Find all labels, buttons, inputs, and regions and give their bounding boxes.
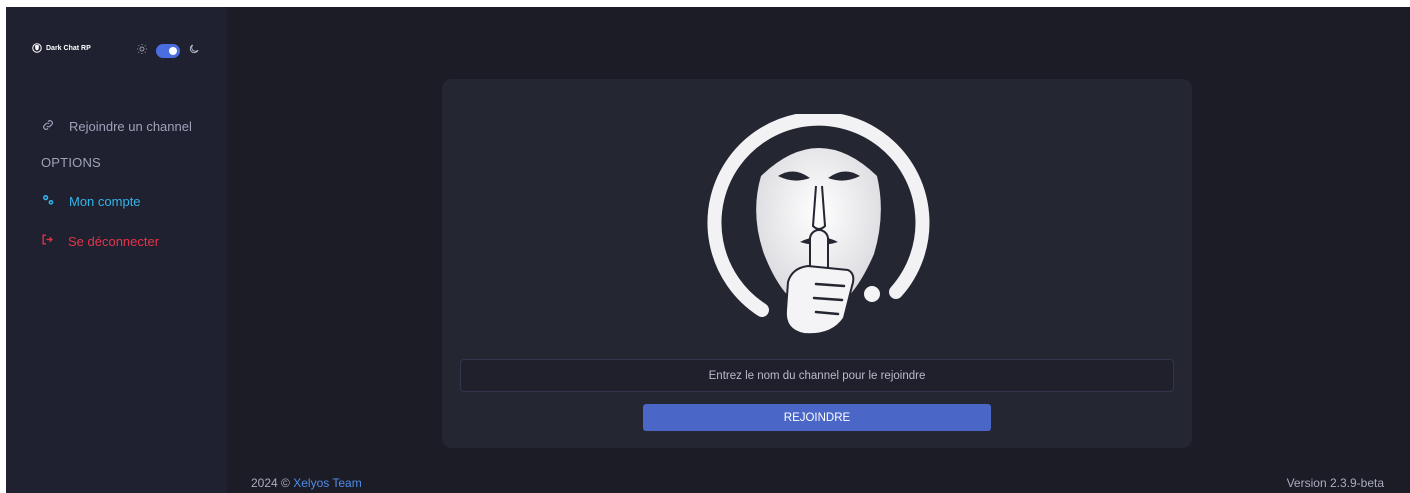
sidebar-item-join-channel[interactable]: Rejoindre un channel — [41, 118, 192, 135]
copyright-prefix: 2024 © — [251, 476, 294, 490]
link-icon — [41, 118, 55, 135]
sidebar-item-account[interactable]: Mon compte — [41, 193, 141, 210]
brand[interactable]: Dark Chat RP — [32, 43, 91, 53]
join-button[interactable]: REJOINDRE — [643, 404, 991, 431]
hush-mask-icon — [704, 111, 934, 349]
options-heading: OPTIONS — [41, 155, 101, 170]
theme-switch — [136, 42, 200, 60]
join-card: REJOINDRE — [442, 79, 1192, 448]
gears-icon — [41, 193, 55, 210]
hush-mask-icon — [32, 43, 42, 53]
sidebar-item-label: Se déconnecter — [68, 233, 160, 249]
channel-name-input[interactable] — [460, 359, 1174, 392]
sun-icon — [136, 42, 148, 60]
app-frame: Dark Chat RP Rejoindre un channel OPTION… — [6, 7, 1410, 493]
sign-out-icon — [41, 233, 54, 249]
sidebar: Dark Chat RP Rejoindre un channel OPTION… — [6, 7, 227, 493]
brand-name: Dark Chat RP — [46, 44, 91, 52]
theme-toggle[interactable] — [156, 44, 180, 58]
version-label: Version 2.3.9-beta — [1286, 476, 1384, 490]
sidebar-item-logout[interactable]: Se déconnecter — [41, 233, 159, 249]
footer-copyright: 2024 © Xelyos Team — [251, 476, 362, 490]
sidebar-item-label: Mon compte — [69, 194, 141, 209]
team-link[interactable]: Xelyos Team — [293, 476, 361, 490]
main-content: REJOINDRE 2024 © Xelyos Team Version 2.3… — [227, 7, 1410, 493]
moon-icon — [188, 42, 200, 60]
sidebar-item-label: Rejoindre un channel — [69, 119, 192, 134]
